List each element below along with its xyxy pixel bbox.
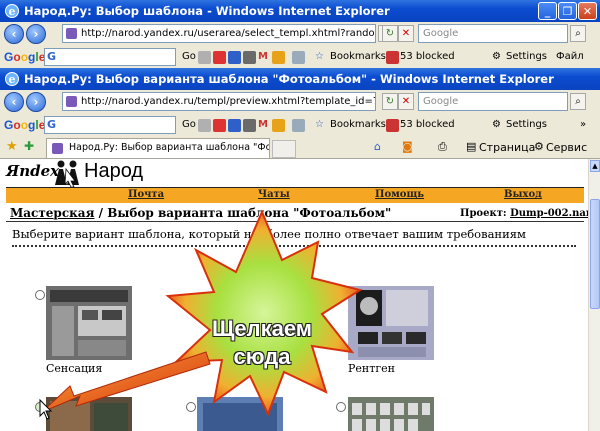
callout-text-line2: сюда	[233, 344, 291, 369]
callout-text-line1: Щелкаем	[211, 316, 313, 341]
scroll-up-icon[interactable]: ▲	[590, 160, 600, 172]
starburst-callout	[165, 209, 363, 417]
mouse-cursor-icon	[39, 398, 53, 420]
arrow-pointer	[41, 351, 211, 413]
vertical-scrollbar[interactable]: ▲	[588, 159, 600, 431]
scrollbar-thumb[interactable]	[590, 199, 600, 309]
